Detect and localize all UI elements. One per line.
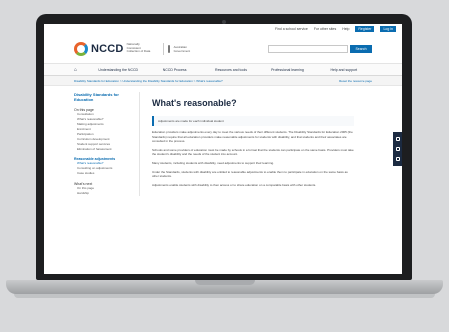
utility-link[interactable]: Help [342, 27, 349, 31]
laptop-shadow [14, 294, 435, 298]
main-nav: ⌂ Understanding the NCCD NCCD Process Re… [44, 64, 402, 76]
breadcrumb: Disability Standards for Education > Und… [44, 76, 402, 86]
email-icon[interactable] [395, 157, 400, 161]
sidebar-item[interactable]: Case studies [74, 171, 135, 176]
base-notch [194, 280, 255, 285]
article-paragraph: Education providers make adjustments eve… [152, 130, 353, 144]
utility-link[interactable]: Find a school service [275, 27, 308, 31]
floating-toolbar [393, 132, 402, 166]
site-header: NCCD Nationally Consistent Collection of… [44, 34, 402, 64]
article-paragraph: Many students, including students with d… [152, 160, 275, 165]
sidebar-title[interactable]: Disability Standards for Education [74, 92, 135, 102]
nav-item-learning[interactable]: Professional learning [259, 68, 315, 72]
search-input[interactable] [268, 44, 348, 53]
nav-item-resources[interactable]: Resources and tools [203, 68, 259, 72]
page-title: What's reasonable? [152, 98, 237, 108]
home-icon[interactable]: ⌂ [74, 67, 90, 73]
nav-item-help[interactable]: Help and support [316, 68, 372, 72]
search-button[interactable]: Search [350, 44, 372, 53]
gov-label: Australian Government [173, 44, 191, 53]
content-area: Disability Standards for Education On th… [44, 86, 402, 196]
gov-crest: Australian Government [162, 42, 190, 55]
breadcrumb-trail[interactable]: Disability Standards for Education > Und… [74, 79, 223, 83]
nav-item-understanding[interactable]: Understanding the NCCD [90, 68, 146, 72]
crest-icon [167, 44, 170, 53]
register-button[interactable]: Register [355, 26, 375, 32]
login-button[interactable]: Log in [380, 26, 396, 32]
browser-screen: Find a school service For other sites He… [44, 24, 402, 274]
site-logo[interactable]: NCCD [91, 43, 124, 55]
sidebar-item[interactable]: Hardship [74, 191, 135, 196]
sidebar-item[interactable]: Elimination of harassment [74, 147, 135, 152]
utility-link[interactable]: For other sites [314, 27, 336, 31]
laptop-base [6, 280, 443, 294]
print-icon[interactable] [395, 137, 400, 141]
article: What's reasonable? Adjustments are made … [140, 92, 372, 196]
breadcrumb-right-link[interactable]: Reset the resource page [339, 79, 372, 83]
article-paragraph: Adjustments enable students with disabil… [152, 182, 317, 187]
share-icon[interactable] [395, 147, 400, 151]
sidebar: Disability Standards for Education On th… [74, 92, 140, 196]
article-paragraph: Schools and some providers of education … [152, 147, 354, 157]
utility-bar: Find a school service For other sites He… [44, 24, 402, 34]
callout-box: Adjustments are made for each individual… [152, 116, 354, 126]
article-paragraph: Under the Standards, students with disab… [152, 169, 348, 179]
logo-subtitle: Nationally Consistent Collection of Data [126, 42, 151, 54]
nccd-logo-icon[interactable] [74, 41, 88, 56]
nav-item-process[interactable]: NCCD Process [146, 68, 202, 72]
